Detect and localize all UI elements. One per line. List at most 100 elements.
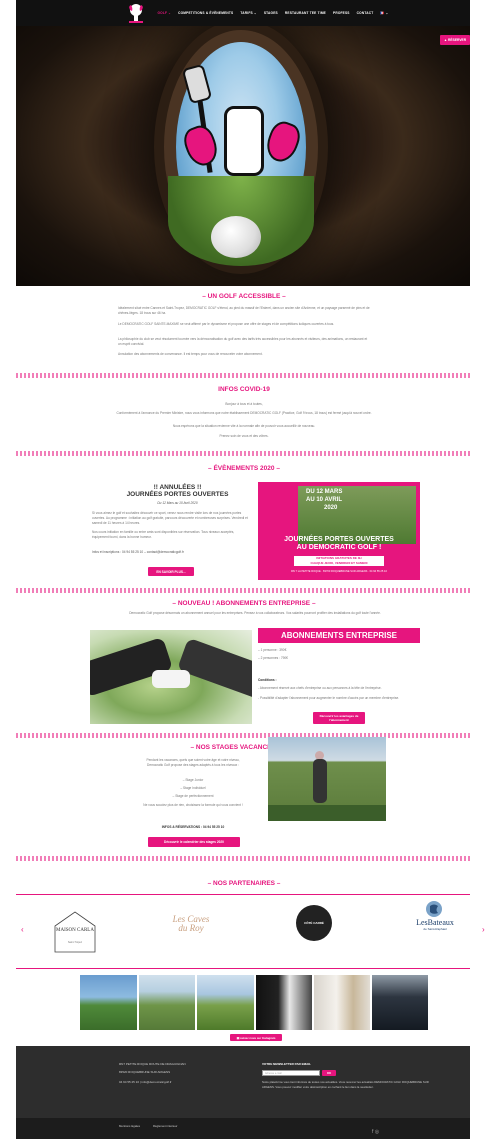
bateaux-globe-icon	[426, 901, 442, 917]
stages-paragraph-2: Ne vous souciez plus de rien, choisissez…	[143, 803, 243, 807]
instagram-photo-5[interactable]	[314, 975, 370, 1030]
partners-bottom-line	[16, 968, 470, 969]
poster-sub-line2: CHAQUE JEUDI, VENDREDI ET SAMEDI	[310, 561, 368, 565]
abo-intro: Democratic Golf propose désormais un abo…	[129, 611, 381, 615]
decorative-divider	[16, 733, 470, 738]
nav-golf[interactable]: GOLF ⌄	[157, 11, 171, 15]
handshake-glove	[152, 670, 190, 688]
decorative-divider	[16, 373, 470, 378]
poster-title-line2: AU DEMOCRATIC GOLF !	[296, 544, 382, 551]
stages-item-3: – Stage de perfectionnement	[172, 794, 214, 798]
events-paragraph-2: Nos cours initiation en famille ou entre…	[92, 530, 235, 539]
covid-line-4: Prenez soin de vous et des vôtres.	[219, 434, 269, 438]
abo-price-2: – 2 personnes : 790€	[258, 656, 288, 660]
golf-paragraph-4: Annulation des abonnements de convenance…	[118, 352, 263, 356]
stages-item-1: – Stage Junior	[182, 778, 204, 782]
bateaux-name: LesBateaux	[416, 918, 454, 927]
golf-paragraph-2: Le DEMOCRATIC GOLF SAINTE-MAXIME se veut…	[118, 322, 335, 326]
events-title: – ÉVÈNEMENTS 2020 –	[208, 465, 280, 472]
hero-banner	[16, 26, 470, 286]
events-more-button[interactable]: EN SAVOIR PLUS...	[148, 567, 194, 576]
instagram-photo-1[interactable]	[80, 975, 137, 1030]
footer: RN7 PETITE ROQUE ROUTE DE DRAGUIGNAN 835…	[16, 1046, 470, 1118]
newsletter-email-input[interactable]: Adresse e-mail	[262, 1070, 320, 1076]
poster-sub-line1: INITIATIONS GRATUITES DE 3H	[316, 556, 362, 560]
events-info: Infos et inscriptions : 04 94 55 25 10 –…	[92, 550, 184, 554]
partner-maison-carla[interactable]: MAISON CARLA Saint-Tropez	[50, 908, 100, 956]
footer-phone-email[interactable]: 04 94 55 25 10 | info@democraticgolf.fr	[119, 1080, 239, 1085]
nav-language[interactable]: 🇫🇷 ⌄	[380, 11, 388, 15]
instagram-photo-6[interactable]	[372, 975, 428, 1030]
partners-top-line	[16, 894, 470, 895]
newsletter-title: VOTRE NEWSLETTER PAR EMAIL	[262, 1062, 311, 1066]
nav-stages[interactable]: STAGES	[264, 11, 278, 15]
covid-line-2: Conformément à l'annonce du Premier Mini…	[116, 411, 372, 415]
bateaux-sub: de Saint-Raphaël	[423, 927, 447, 931]
decorative-divider	[16, 588, 470, 593]
partners-prev-arrow[interactable]: ‹	[21, 925, 24, 934]
abo-title: – NOUVEAU ! ABONNEMENTS ENTREPRISE –	[172, 600, 316, 607]
maison-carla-sub: Saint-Tropez	[67, 941, 83, 944]
footer-address-1: RN7 PETITE ROQUE ROUTE DE DRAGUIGNAN	[119, 1062, 186, 1066]
covid-line-1: Bonjour à tous et à toutes,	[225, 402, 263, 406]
democratic-golf-logo[interactable]	[126, 2, 146, 24]
nav-tarifs[interactable]: TARIFS ⌄	[240, 11, 256, 15]
partner-caves-du-roy[interactable]: Les Caves du Roy	[170, 903, 212, 945]
nav-profess[interactable]: PROFESS	[333, 11, 350, 15]
partners-next-arrow[interactable]: ›	[482, 925, 485, 934]
reserve-button[interactable]: ▲ RÉSERVER	[440, 35, 470, 45]
handshake-arm-left	[90, 636, 174, 698]
stages-paragraph-1: Pendant les vacances, quels que soient v…	[146, 758, 240, 767]
poster-footer: RN 7 LA PETITE ROQUE · 83700 ROQUEBRUNE …	[291, 570, 387, 573]
events-jpo-heading: JOURNÉES PORTES OUVERTES	[126, 491, 229, 498]
poster-subtitle: INITIATIONS GRATUITES DE 3H CHAQUE JEUDI…	[294, 556, 384, 566]
instagram-photo-2[interactable]	[139, 975, 195, 1030]
practice-mat	[268, 805, 386, 821]
footer-address-2: 83520 ROQUEBRUNE SUR ARGENS	[119, 1070, 171, 1074]
partners-title: – NOS PARTENAIRES –	[207, 880, 281, 887]
stages-calendar-button[interactable]: Découvrir le calendrier des stages 2020	[148, 837, 240, 847]
maison-carla-name: MAISON CARLA	[56, 928, 94, 933]
poster-year: 2020	[324, 505, 338, 511]
partner-cote-carre[interactable]: CÔTÉ CARRÉ	[296, 905, 332, 941]
main-menu: GOLF ⌄ COMPETITIONS & ÉVÈNEMENTS TARIFS …	[157, 11, 388, 15]
instagram-follow-button[interactable]: ▣ suivez nous sur Instagram	[230, 1034, 282, 1041]
golf-paragraph-3: La philosophie du club se veut résolumen…	[118, 337, 368, 346]
instagram-photo-4[interactable]	[256, 975, 312, 1030]
poster-title: JOURNÉES PORTES OUVERTES AU DEMOCRATIC G…	[258, 536, 420, 552]
footer-bottom-bar: Mentions légales Réglement intérieur f ◎	[16, 1118, 470, 1139]
fist-illustration	[224, 106, 264, 176]
top-navigation-bar: GOLF ⌄ COMPETITIONS & ÉVÈNEMENTS TARIFS …	[16, 0, 470, 26]
events-paragraph-1: Si vous aimez le golf et souhaitez décou…	[92, 511, 248, 525]
newsletter-submit-button[interactable]: OK	[322, 1070, 336, 1076]
nav-competitions[interactable]: COMPETITIONS & ÉVÈNEMENTS	[178, 11, 233, 15]
abo-banner: ABONNEMENTS ENTREPRISE	[258, 628, 420, 643]
newsletter-text: Notre plateforme vous tient informés de …	[262, 1080, 429, 1089]
page: GOLF ⌄ COMPETITIONS & ÉVÈNEMENTS TARIFS …	[0, 0, 488, 1139]
handshake-arm-right	[176, 637, 252, 701]
instagram-photo-3[interactable]	[197, 975, 254, 1030]
covid-line-3: Nous espérons que la situation revienne …	[172, 424, 316, 428]
covid-title: INFOS COVID-19	[218, 386, 270, 393]
partner-bateaux-saint-raphael[interactable]: LesBateaux de Saint-Raphaël	[405, 900, 465, 948]
nav-restaurant[interactable]: RESTAURANT TEE TIME	[285, 11, 326, 15]
abo-price-1: – 1 personne : 390€	[258, 648, 287, 652]
abo-advantages-button[interactable]: Découvrir les avantages de l'abonnement	[313, 712, 365, 724]
nav-contact[interactable]: CONTACT	[357, 11, 374, 15]
stages-title: – NOS STAGES VACANCES 2020 –	[190, 744, 298, 751]
decorative-divider	[16, 451, 470, 456]
abo-condition-1: - Abonnement réservé aux chefs d'entrepr…	[258, 686, 382, 690]
golf-paragraph-1: Idéalement situé entre Cannes et Saint-T…	[118, 306, 370, 315]
poster-dates: DU 12 MARS AU 10 AVRIL 2020	[306, 488, 342, 512]
stages-info: INFOS & RÉSERVATIONS : 04 94 55 25 10	[161, 825, 225, 829]
events-dates: Du 12 Mars au 10 Avril 2020	[157, 501, 198, 505]
decorative-divider	[16, 856, 470, 861]
poster-date-to: AU 10 AVRIL	[306, 497, 343, 503]
social-icons[interactable]: f ◎	[372, 1130, 402, 1135]
golf-ball-image	[211, 216, 261, 258]
internal-rules-link[interactable]: Réglement intérieur	[153, 1124, 203, 1129]
abo-conditions-title: Conditions :	[258, 678, 277, 682]
open-days-poster[interactable]: DU 12 MARS AU 10 AVRIL 2020 JOURNÉES POR…	[258, 482, 420, 580]
poster-title-line1: JOURNÉES PORTES OUVERTES	[284, 536, 394, 543]
stage-golfer-photo	[268, 737, 386, 821]
